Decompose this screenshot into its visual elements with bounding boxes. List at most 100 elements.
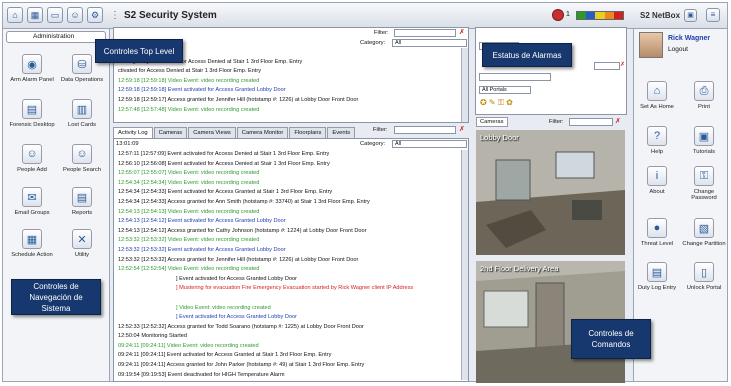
logout-link[interactable]: Logout [668,46,688,53]
portal-panel: All Portals ✪ ✎ ⚿ ✿ ✗ [475,27,627,115]
alarm-scrollbar[interactable] [461,48,468,122]
top-toolbar: ⌂ ▦ ▭ ☺ ⚙ ⋮ S2 Security System 1 S2 NetB… [3,3,727,29]
portal-action-icons[interactable]: ✪ ✎ ⚿ ✿ [480,98,513,108]
home-icon[interactable]: ⌂ [7,7,23,23]
unlock-portal-button[interactable]: ▯ Unlock Portal [681,262,727,291]
tab-camera-views[interactable]: Camera Views [188,127,236,138]
all-portals-select[interactable]: All Portals [479,86,531,94]
log-line: 09:24:11 [09:24:11] Access granted for J… [118,362,365,369]
card-icon: ▥ [72,99,92,119]
log-line: 09:24:11 [09:24:11] Event activated for … [118,352,332,359]
nav-reports[interactable]: ▤ Reports [57,187,107,216]
alarm-line: 12:57:48 [12:57:48] Video Event: video r… [118,106,260,113]
clear-filter-icon[interactable]: ✗ [459,125,465,133]
help-icon: ? [647,126,667,146]
clear-filter-icon[interactable]: ✗ [620,61,625,68]
category-label: Category: [360,141,386,147]
tab-floorplans[interactable]: Floorplans [289,127,327,138]
lock-icon: ⚿ [694,166,714,186]
tab-cameras-side[interactable]: Cameras [476,117,508,127]
app-title: S2 Security System [124,10,217,21]
change-password-button[interactable]: ⚿ Change Password [681,166,727,201]
camera-filter-input[interactable] [569,118,613,126]
print-button[interactable]: ⎙ Print [681,81,727,110]
toggle-icon[interactable]: ▣ [684,9,697,22]
camera-title: Lobby Door [480,133,519,142]
nav-email-groups[interactable]: ✉ Email Groups [7,187,57,216]
tab-administration[interactable]: Administration [6,31,106,43]
help-button[interactable]: ? Help [634,126,680,155]
callout-commands: Controles de Comandos [571,319,651,359]
log-line: 12:52:33 [12:52:32] Access granted for T… [118,323,364,330]
filter-label: Filter: [549,119,564,125]
alarm-line: 12:59:18 [12:59:17] Access granted for J… [118,96,359,103]
door-icon: ▯ [694,262,714,282]
activity-category-select[interactable]: All [392,140,467,148]
log-line: ] Event activated for Access Granted Lob… [176,275,297,282]
alarm-filter-input[interactable] [394,29,456,37]
activity-filter-input[interactable] [394,126,456,134]
log-line: 12:54:34 [12:54:33] Access granted for A… [118,198,370,205]
tutorials-button[interactable]: ▣ Tutorials [681,126,727,155]
change-partition-button[interactable]: ▧ Change Partition [681,218,727,247]
home-icon: ⌂ [647,81,667,101]
monitor-icon[interactable]: ▭ [47,7,63,23]
nav-schedule-action[interactable]: ▦ Schedule Action [7,229,57,258]
nav-forensic-desktop[interactable]: ▤ Forensic Desktop [7,99,57,128]
clear-filter-icon[interactable]: ✗ [615,117,621,125]
log-line: ] Mustering for evacuation Fire Emergenc… [176,285,414,292]
printer-icon: ⎙ [694,81,714,101]
camera-title: 2nd Floor Delivery Area [480,264,559,273]
calendar-icon[interactable]: ▦ [27,7,43,23]
person-icon[interactable]: ☺ [67,7,83,23]
nav-arm-alarm-panel[interactable]: ◉ Arm Alarm Panel [7,54,57,83]
tab-events[interactable]: Events [327,127,356,138]
alarm-bell-icon: ◉ [22,54,42,74]
category-label: Category: [360,40,386,46]
log-line: 09:24:11 [09:24:11] Video Event: video r… [118,342,259,349]
tab-cameras[interactable]: Cameras [153,127,188,138]
alarm-category-select[interactable]: All [392,39,467,47]
clipboard-icon: ▤ [647,262,667,282]
left-navigation: Administration ◉ Arm Alarm Panel ⛁ Data Op… [3,29,110,381]
activity-log-panel: 13:01:09 Category: All 12:57:11 [12:57:0… [113,138,469,382]
duty-log-entry-button[interactable]: ▤ Duty Log Entry [634,262,680,291]
portal-filter-input[interactable] [594,62,620,70]
activity-scrollbar[interactable] [461,150,468,380]
filter-label: Filter: [373,127,388,133]
log-line: 12:53:32 [12:53:32] Video Event: video r… [118,237,260,244]
nav-people-search[interactable]: ☺ People Search [57,144,107,173]
alarm-icon[interactable] [552,9,564,21]
menu-icon[interactable]: ≡ [706,8,720,22]
activity-tabs: Activity Log Cameras Camera Views Camera Mo… [113,127,356,138]
nav-lost-cards[interactable]: ▥ Lost Cards [57,99,107,128]
log-line: 12:56:10 [12:56:08] Event activated for … [118,160,330,167]
email-icon: ✉ [22,187,42,207]
nav-utility[interactable]: ✕ Utility [57,229,107,258]
person-add-icon: ☺ [22,144,42,164]
camera-view-lobby[interactable]: Lobby Door [476,130,625,255]
alarm-count: 1 [566,11,570,18]
set-as-home-button[interactable]: ⌂ Set As Home [634,81,680,110]
log-line: 12:54:13 [12:54:13] Video Event: video r… [118,208,260,215]
clear-filter-icon[interactable]: ✗ [459,28,465,36]
netbox-window: ⌂ ▦ ▭ ☺ ⚙ ⋮ S2 Security System 1 S2 NetB… [2,2,728,383]
activity-log-list: 12:57:11 [12:57:09] Event activated for … [114,150,462,380]
filter-label: Filter: [374,30,389,36]
about-button[interactable]: i About [634,166,680,195]
portal-select-mid[interactable] [479,73,551,81]
nav-people-add[interactable]: ☺ People Add [7,144,57,173]
alarm-line: ctivated for Access Denied at Stair 1 3r… [118,68,262,75]
gear-icon[interactable]: ⚙ [87,7,103,23]
log-line: 12:50:04 Monitoring Started [118,333,188,340]
tab-camera-monitor[interactable]: Camera Monitor [236,127,289,138]
threat-level-button[interactable]: ● Threat Level [634,218,680,247]
tab-activity-log[interactable]: Activity Log [113,127,153,138]
avatar [639,32,663,58]
more-icon[interactable]: ⋮ [110,10,120,21]
threat-level-bar[interactable] [576,11,624,20]
person-search-icon: ☺ [72,144,92,164]
callout-top-level: Controles Top Level [95,39,183,63]
user-name: Rick Wagner [668,35,711,42]
